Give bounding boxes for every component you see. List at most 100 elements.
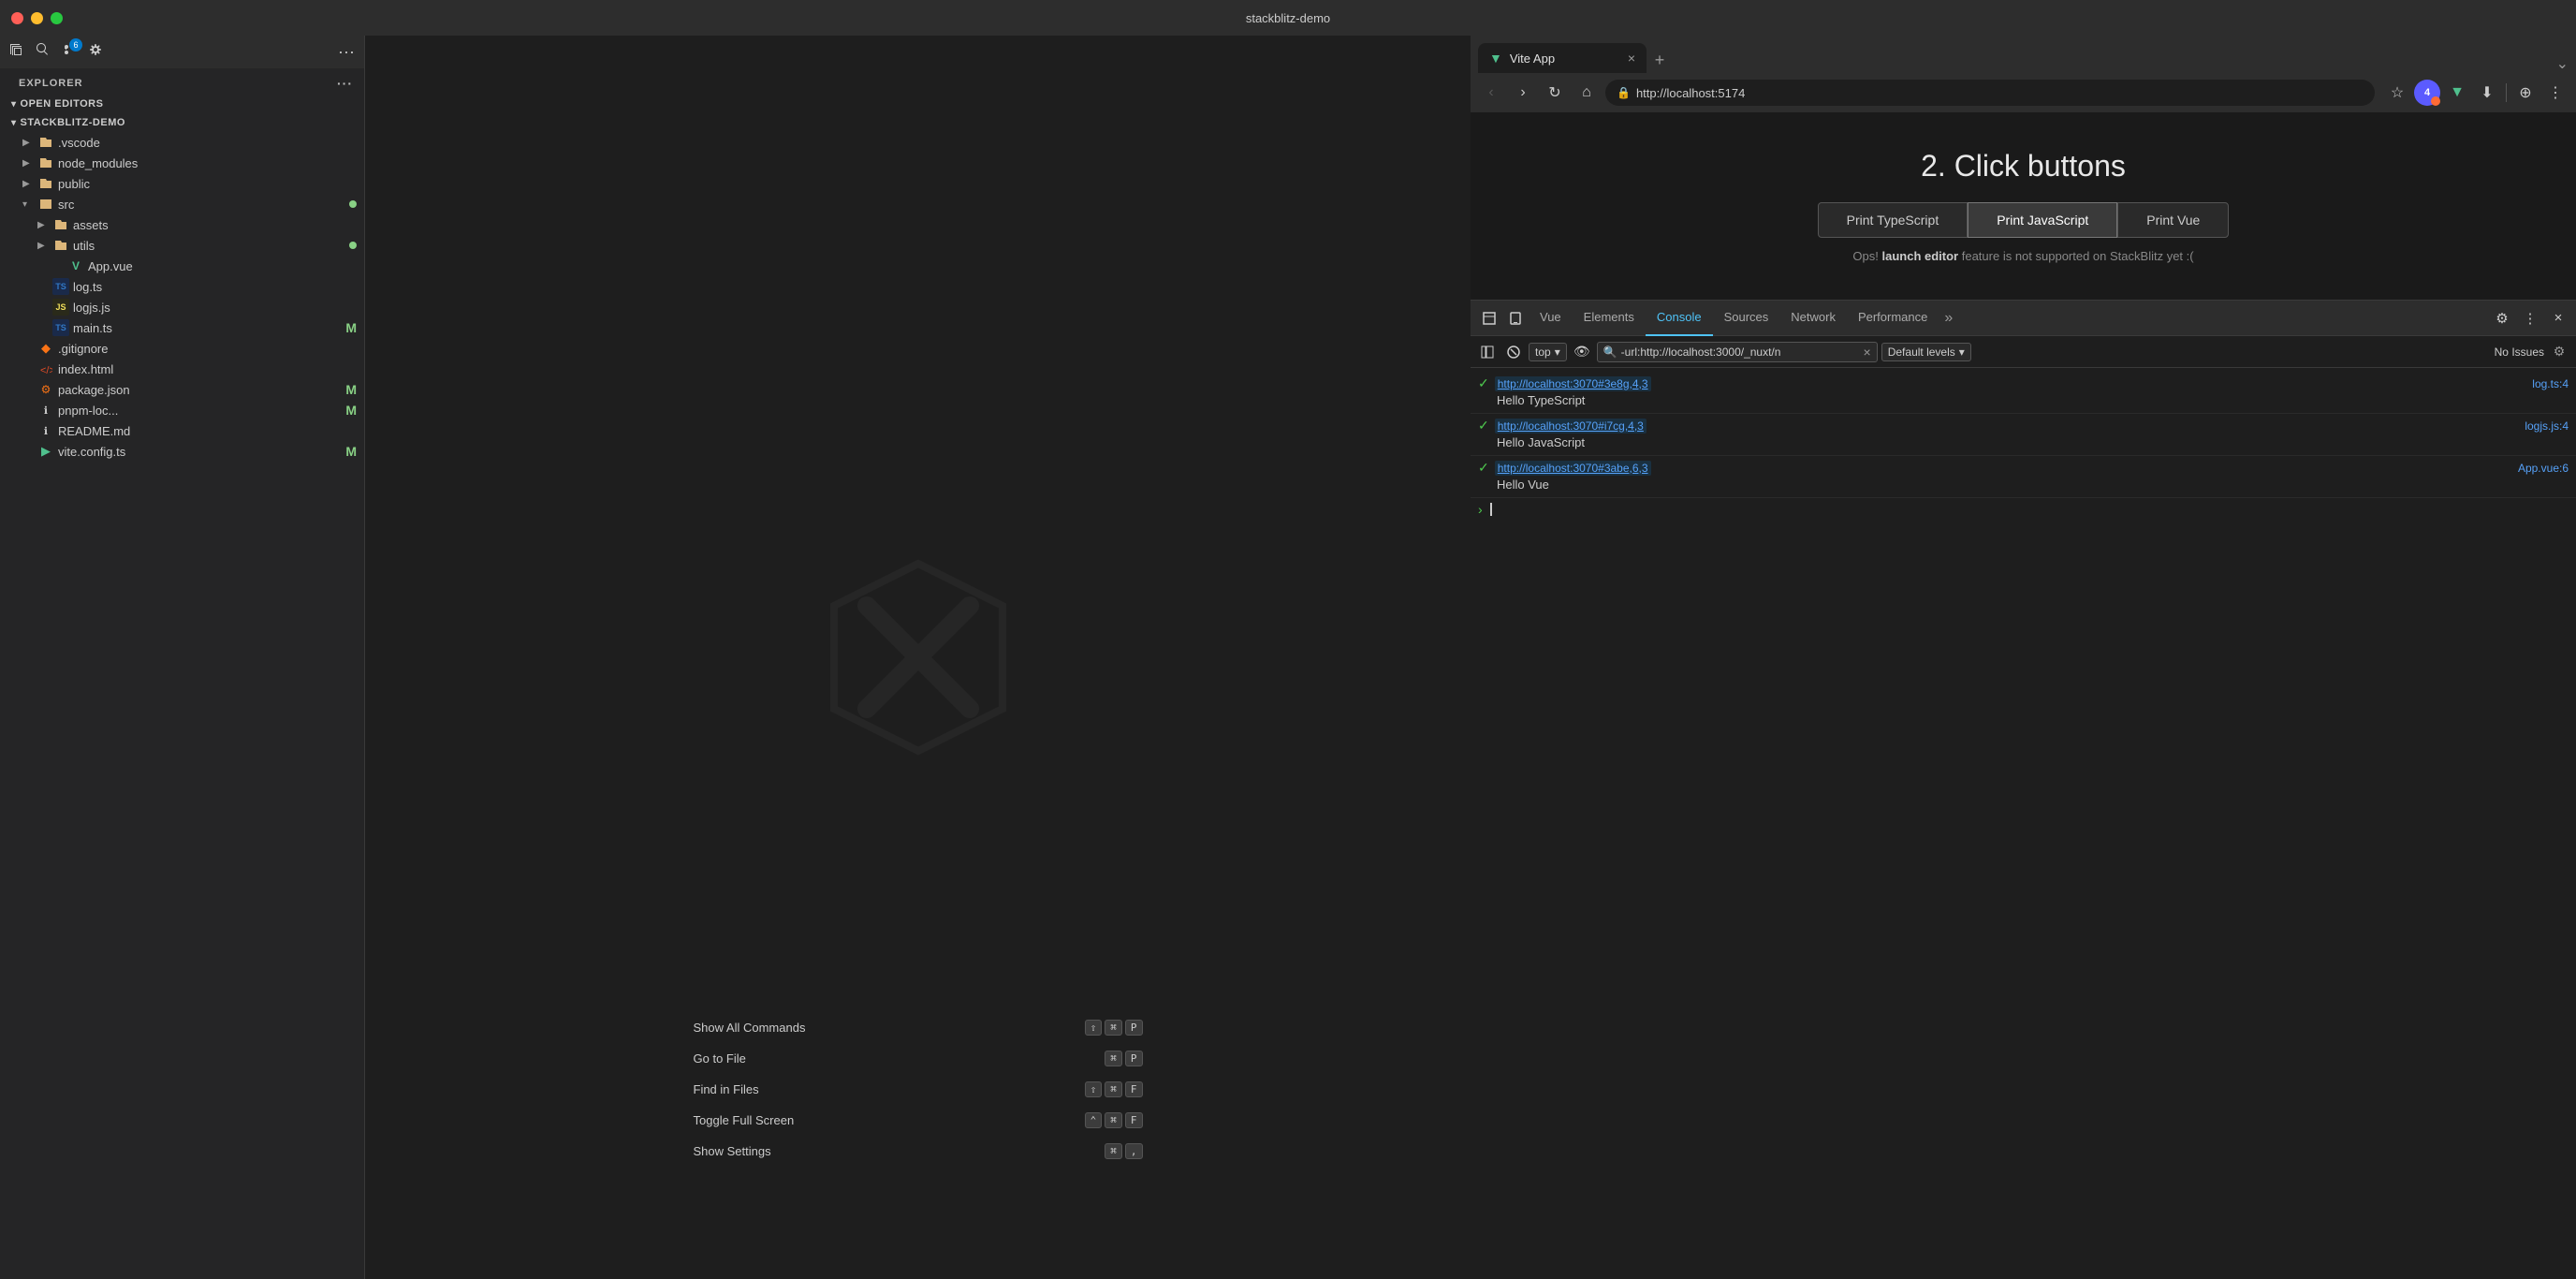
file-item-log-ts[interactable]: TS log.ts <box>0 276 364 297</box>
file-item-utils[interactable]: ▶ utils <box>0 235 364 256</box>
cmd-toggle-fullscreen[interactable]: Toggle Full Screen ⌃ ⌘ F <box>694 1105 1143 1136</box>
tab-performance[interactable]: Performance <box>1847 301 1939 336</box>
expand-tab-button[interactable]: ⌄ <box>2556 54 2569 73</box>
cmd-find-files[interactable]: Find in Files ⇧ ⌘ F <box>694 1074 1143 1105</box>
console-file-ref-1[interactable]: log.ts:4 <box>2532 377 2569 390</box>
devtools-device-icon[interactable] <box>1502 305 1529 331</box>
vite-icon-config: ▶ <box>37 443 54 460</box>
file-item-vscode[interactable]: ▶ .vscode <box>0 132 364 153</box>
minimize-button[interactable] <box>31 12 43 24</box>
devtools-inspect-icon[interactable] <box>1476 305 1502 331</box>
console-toolbar: top ▾ 👁 🔍 -url:http://localhost:3000/_nu… <box>1471 336 2576 368</box>
main-layout: 6 ··· EXPLORER ··· ▾ OPEN EDITORS ▾ <box>0 36 2576 1279</box>
console-sidebar-icon[interactable] <box>1476 341 1499 363</box>
source-control-badge: 6 <box>69 38 82 51</box>
console-link-2[interactable]: http://localhost:3070#i7cg,4,3 <box>1495 419 1647 434</box>
tab-close-button[interactable]: × <box>1628 51 1635 66</box>
print-typescript-button[interactable]: Print TypeScript <box>1818 202 1969 238</box>
command-palette: Show All Commands ⇧ ⌘ P Go to File ⌘ P F <box>694 1012 1143 1167</box>
source-control-icon[interactable]: 6 <box>62 42 77 62</box>
top-context-selector[interactable]: top ▾ <box>1529 343 1567 361</box>
folder-icon-vscode <box>37 134 54 151</box>
open-editors-section[interactable]: ▾ OPEN EDITORS <box>0 95 364 113</box>
js-icon-logjs: JS <box>52 299 69 316</box>
search-icon[interactable] <box>36 42 51 62</box>
window-title: stackblitz-demo <box>1246 11 1330 25</box>
file-item-vite-config[interactable]: ▶ vite.config.ts M <box>0 441 364 462</box>
maximize-button[interactable] <box>51 12 63 24</box>
editor-area: Show All Commands ⇧ ⌘ P Go to File ⌘ P F <box>365 36 1471 1279</box>
forward-button[interactable]: › <box>1510 80 1536 106</box>
cmd-show-settings[interactable]: Show Settings ⌘ , <box>694 1136 1143 1167</box>
address-bar-input[interactable]: 🔒 http://localhost:5174 <box>1605 80 2375 106</box>
close-button[interactable] <box>11 12 23 24</box>
devtools-right-actions: ⚙ ⋮ × <box>2490 306 2570 331</box>
browser-tab-vite-app[interactable]: ▼ Vite App × <box>1478 43 1647 73</box>
filter-clear-button[interactable]: × <box>1864 345 1871 360</box>
file-item-pnpm-loc[interactable]: ℹ pnpm-loc... M <box>0 400 364 420</box>
more-actions-icon[interactable]: ··· <box>338 42 355 62</box>
check-icon-1: ✓ <box>1478 375 1489 391</box>
file-item-package-json[interactable]: ⚙ package.json M <box>0 379 364 400</box>
md-icon-readme: ℹ <box>37 422 54 439</box>
cmd-go-to-file[interactable]: Go to File ⌘ P <box>694 1043 1143 1074</box>
console-file-ref-3[interactable]: App.vue:6 <box>2518 462 2569 475</box>
tab-vue[interactable]: Vue <box>1529 301 1573 336</box>
devtools-settings-btn[interactable]: ⚙ <box>2490 306 2514 331</box>
devtools-tab-bar: Vue Elements Console Sources Network <box>1471 301 2576 336</box>
folder-arrow-public: ▶ <box>22 179 37 189</box>
downloads-icon[interactable]: ⬇ <box>2474 80 2500 106</box>
explorer-header-actions[interactable]: ··· <box>337 76 353 91</box>
refresh-button[interactable]: ↻ <box>1542 80 1568 106</box>
file-item-logjs[interactable]: JS logjs.js <box>0 297 364 317</box>
stackblitz-demo-section[interactable]: ▾ STACKBLITZ-DEMO <box>0 113 364 132</box>
file-item-gitignore[interactable]: ◆ .gitignore <box>0 338 364 359</box>
folder-icon-src <box>37 196 54 213</box>
new-tab-button[interactable]: + <box>1647 47 1673 73</box>
file-item-index-html[interactable]: </> index.html <box>0 359 364 379</box>
file-item-readme[interactable]: ℹ README.md <box>0 420 364 441</box>
console-eye-icon[interactable]: 👁 <box>1571 341 1593 363</box>
ts-icon-log: TS <box>52 278 69 295</box>
filename-vscode: .vscode <box>58 136 364 150</box>
print-javascript-button[interactable]: Print JavaScript <box>1968 202 2117 238</box>
profile-avatar[interactable]: 4 <box>2414 80 2440 106</box>
console-filter-bar[interactable]: 🔍 -url:http://localhost:3000/_nuxt/n × <box>1597 342 1878 362</box>
filename-pnpm-loc: pnpm-loc... <box>58 404 345 418</box>
folder-arrow-vscode: ▶ <box>22 138 37 148</box>
tab-elements[interactable]: Elements <box>1573 301 1646 336</box>
cmd-find-files-label: Find in Files <box>694 1082 759 1096</box>
tab-console[interactable]: Console <box>1646 301 1713 336</box>
check-icon-2: ✓ <box>1478 418 1489 434</box>
file-item-app-vue[interactable]: V App.vue <box>0 256 364 276</box>
console-file-ref-2[interactable]: logjs.js:4 <box>2525 419 2569 433</box>
file-item-assets[interactable]: ▶ assets <box>0 214 364 235</box>
svg-text:</>: </> <box>40 365 52 375</box>
devtools-more-tabs[interactable]: » <box>1939 310 1958 327</box>
home-button[interactable]: ⌂ <box>1573 80 1600 106</box>
console-clear-icon[interactable] <box>1502 341 1525 363</box>
back-button[interactable]: ‹ <box>1478 80 1504 106</box>
vite-config-modified: M <box>345 444 357 459</box>
extensions-icon[interactable]: ⊕ <box>2512 80 2539 106</box>
console-link-3[interactable]: http://localhost:3070#3abe,6,3 <box>1495 461 1651 476</box>
file-item-node-modules[interactable]: ▶ node_modules <box>0 153 364 173</box>
tab-sources[interactable]: Sources <box>1713 301 1780 336</box>
console-link-1[interactable]: http://localhost:3070#3e8g,4,3 <box>1495 376 1651 391</box>
settings-icon[interactable] <box>88 42 103 62</box>
console-prompt[interactable]: › <box>1471 498 2576 521</box>
file-item-public[interactable]: ▶ public <box>0 173 364 194</box>
bookmark-icon[interactable]: ☆ <box>2384 80 2410 106</box>
file-item-main-ts[interactable]: TS main.ts M <box>0 317 364 338</box>
default-levels-dropdown[interactable]: Default levels ▾ <box>1881 343 1971 361</box>
explorer-icon[interactable] <box>9 42 24 62</box>
browser-menu-icon[interactable]: ⋮ <box>2542 80 2569 106</box>
devtools-overflow-btn[interactable]: ⋮ <box>2518 306 2542 331</box>
devtools-close-btn[interactable]: × <box>2546 306 2570 331</box>
cmd-show-all[interactable]: Show All Commands ⇧ ⌘ P <box>694 1012 1143 1043</box>
console-settings-icon[interactable]: ⚙ <box>2548 341 2570 363</box>
vite-extension-icon[interactable]: ▼ <box>2444 80 2470 106</box>
file-item-src[interactable]: ▾ src <box>0 194 364 214</box>
tab-network[interactable]: Network <box>1779 301 1847 336</box>
print-vue-button[interactable]: Print Vue <box>2117 202 2229 238</box>
